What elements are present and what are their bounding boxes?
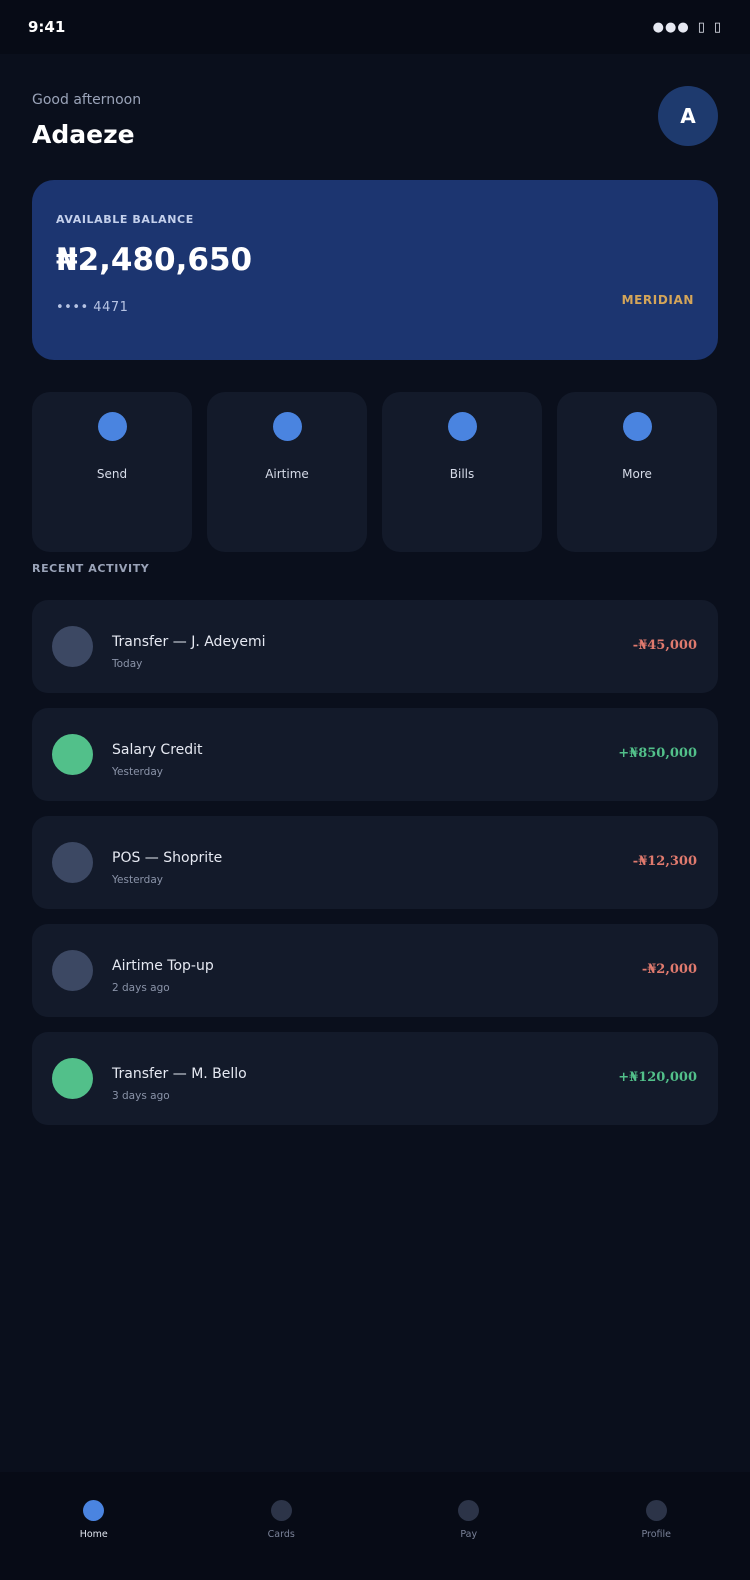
cards-icon — [270, 1500, 292, 1521]
activity-list: Transfer — J. Adeyemi Today -₦45,000 Sal… — [32, 600, 718, 1140]
nav-profile[interactable]: Profile — [563, 1472, 750, 1580]
bills-icon — [447, 412, 477, 441]
transaction-item[interactable]: Transfer — J. Adeyemi Today -₦45,000 — [32, 600, 718, 693]
nav-label: Pay — [460, 1529, 478, 1540]
status-time: 9:41 — [28, 18, 66, 36]
transaction-icon — [52, 734, 93, 775]
transaction-icon — [52, 842, 93, 883]
transaction-amount: -₦45,000 — [632, 638, 697, 653]
transaction-icon — [52, 950, 93, 991]
nav-cards[interactable]: Cards — [188, 1472, 376, 1580]
airtime-icon — [272, 412, 302, 441]
nav-pay[interactable]: Pay — [375, 1472, 563, 1580]
balance-card[interactable]: AVAILABLE BALANCE ₦2,480,650 •••• 4471 M… — [32, 180, 718, 360]
balance-label: AVAILABLE BALANCE — [56, 213, 194, 226]
transaction-date: Today — [112, 658, 143, 670]
home-icon — [83, 1500, 105, 1521]
more-icon — [622, 412, 652, 441]
transaction-icon — [52, 626, 93, 667]
greeting-text: Good afternoon — [32, 92, 142, 108]
bills-label: Bills — [449, 467, 475, 481]
recent-activity-title: RECENT ACTIVITY — [32, 562, 150, 575]
transaction-item[interactable]: Transfer — M. Bello 3 days ago +₦120,000 — [32, 1032, 718, 1125]
transaction-date: Yesterday — [112, 874, 163, 886]
transaction-title: Salary Credit — [112, 742, 203, 758]
more-button[interactable]: More — [557, 392, 717, 552]
transaction-date: 3 days ago — [112, 1090, 170, 1102]
transaction-item[interactable]: Salary Credit Yesterday +₦850,000 — [32, 708, 718, 801]
airtime-label: Airtime — [265, 467, 309, 481]
nav-label: Profile — [641, 1529, 672, 1540]
nav-home[interactable]: Home — [0, 1472, 188, 1580]
bills-button[interactable]: Bills — [382, 392, 542, 552]
transaction-item[interactable]: Airtime Top-up 2 days ago -₦2,000 — [32, 924, 718, 1017]
transaction-title: Transfer — M. Bello — [112, 1066, 247, 1082]
transaction-date: 2 days ago — [112, 982, 170, 994]
signal-icon: ●●● — [652, 19, 690, 35]
transaction-amount: +₦120,000 — [618, 1070, 697, 1085]
balance-amount: ₦2,480,650 — [56, 242, 253, 278]
status-icons: ●●● ▯ ▯ — [653, 20, 722, 35]
quick-actions: Send Airtime Bills More — [32, 392, 718, 552]
nav-label: Home — [79, 1529, 108, 1540]
send-button[interactable]: Send — [32, 392, 192, 552]
transaction-icon — [52, 1058, 93, 1099]
wifi-icon: ▯ — [697, 19, 706, 35]
transaction-item[interactable]: POS — Shoprite Yesterday -₦12,300 — [32, 816, 718, 909]
transaction-amount: -₦2,000 — [641, 962, 697, 977]
nav-label: Cards — [267, 1529, 295, 1540]
bank-name: MERIDIAN — [621, 293, 694, 307]
account-number: •••• 4471 — [56, 300, 129, 315]
transaction-title: POS — Shoprite — [112, 850, 223, 866]
airtime-button[interactable]: Airtime — [207, 392, 367, 552]
user-name: Adaeze — [32, 120, 135, 149]
avatar[interactable]: A — [658, 86, 718, 146]
pay-icon — [458, 1500, 480, 1521]
status-bar: 9:41 ●●● ▯ ▯ — [0, 0, 750, 54]
transaction-amount: -₦12,300 — [632, 854, 697, 869]
transaction-title: Transfer — J. Adeyemi — [112, 634, 266, 650]
profile-icon — [645, 1500, 667, 1521]
transaction-title: Airtime Top-up — [112, 958, 214, 974]
more-label: More — [622, 467, 652, 481]
transaction-date: Yesterday — [112, 766, 163, 778]
bottom-nav: Home Cards Pay Profile — [0, 1472, 750, 1580]
send-icon — [97, 412, 127, 441]
transaction-amount: +₦850,000 — [618, 746, 697, 761]
send-label: Send — [96, 467, 128, 481]
battery-icon: ▯ — [713, 19, 722, 35]
